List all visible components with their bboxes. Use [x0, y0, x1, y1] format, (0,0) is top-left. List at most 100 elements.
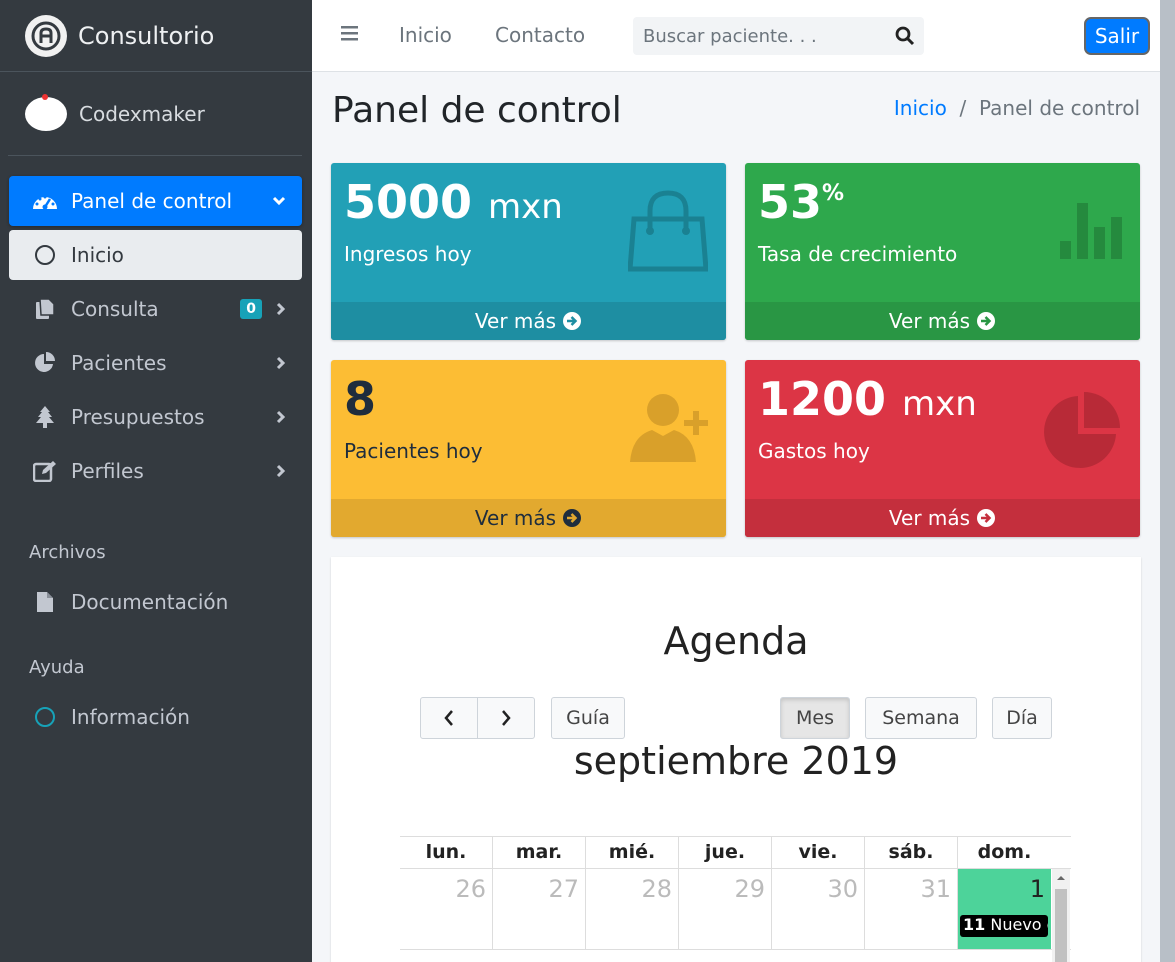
user-panel[interactable]: Codexmaker — [8, 72, 302, 156]
brand-title: Consultorio — [78, 21, 215, 50]
edit-icon — [31, 459, 59, 483]
sidebar-item-label: Presupuestos — [71, 405, 205, 429]
stat-box-crecimiento: 53% Tasa de crecimiento Ver más — [745, 163, 1140, 340]
stat-label: Ingresos hoy — [344, 242, 472, 266]
ver-mas-link[interactable]: Ver más — [331, 499, 726, 537]
scrollbar-thumb[interactable] — [1055, 889, 1067, 962]
weekday-label: dom. — [977, 841, 1032, 863]
chevron-right-icon — [276, 356, 286, 370]
page-title: Panel de control — [332, 90, 622, 131]
stat-label: Pacientes hoy — [344, 439, 483, 463]
sidebar-item-informacion[interactable]: Información — [9, 692, 302, 742]
chevron-right-icon — [276, 302, 286, 316]
current-month-label: septiembre 2019 — [573, 739, 899, 783]
calendar-week: 26 27 28 29 30 31 1 11 Nuevo c — [400, 868, 1071, 950]
brand-logo-icon — [25, 14, 67, 57]
stat-value: 1200 mxn — [758, 372, 977, 426]
tachometer-icon — [31, 189, 59, 213]
sidebar-item-pacientes[interactable]: Pacientes — [9, 338, 302, 388]
view-day-button[interactable]: Día — [992, 697, 1052, 739]
weekday-label: mié. — [586, 837, 679, 868]
tree-icon — [31, 405, 59, 429]
chevron-left-icon — [444, 710, 453, 726]
calendar-day[interactable]: 29 — [679, 869, 772, 949]
logout-button[interactable]: Salir — [1084, 17, 1150, 55]
calendar-grid: lun. mar. mié. jue. vie. sáb. dom. 26 27… — [400, 836, 1071, 950]
chevron-right-icon — [276, 410, 286, 424]
sidebar-item-label: Panel de control — [71, 189, 232, 213]
sidebar-item-label: Inicio — [71, 243, 124, 267]
sidebar-item-presupuestos[interactable]: Presupuestos — [9, 392, 302, 442]
arrow-circle-right-icon — [563, 509, 582, 527]
calendar-day[interactable]: 27 — [493, 869, 586, 949]
shopping-bag-icon — [627, 189, 709, 277]
sidebar-nav: Panel de control Inicio Consulta 0 Pacie… — [9, 176, 302, 496]
scroll-up-icon — [1057, 876, 1065, 880]
hamburger-menu-icon[interactable] — [340, 24, 360, 46]
sidebar-item-panel-de-control[interactable]: Panel de control — [9, 176, 302, 226]
stat-value: 8 — [344, 372, 377, 426]
nav-link-inicio[interactable]: Inicio — [399, 23, 452, 47]
avatar — [25, 93, 67, 131]
calendar-day[interactable]: 30 — [772, 869, 865, 949]
arrow-circle-right-icon — [977, 509, 996, 527]
sidebar-item-label: Información — [71, 705, 190, 729]
calendar-day[interactable]: 31 — [865, 869, 958, 949]
sidebar-item-documentacion[interactable]: Documentación — [9, 577, 302, 627]
search-input[interactable] — [633, 25, 878, 47]
search-box — [633, 17, 924, 55]
ver-mas-link[interactable]: Ver más — [331, 302, 726, 340]
pie-chart-icon — [1042, 390, 1122, 474]
top-navbar: Inicio Contacto Salir — [312, 0, 1160, 72]
weekday-label: lun. — [400, 837, 493, 868]
nav-link-contacto[interactable]: Contacto — [495, 23, 585, 47]
ver-mas-link[interactable]: Ver más — [745, 499, 1140, 537]
weekday-header: lun. mar. mié. jue. vie. sáb. dom. — [400, 836, 1071, 868]
breadcrumb-separator: / — [959, 96, 967, 120]
sidebar-item-inicio[interactable]: Inicio — [9, 230, 302, 280]
stat-value: 5000 mxn — [344, 175, 563, 229]
circle-icon — [31, 243, 59, 267]
main-content: Inicio Contacto Salir Panel de control I… — [312, 0, 1160, 962]
calendar-day[interactable]: 28 — [586, 869, 679, 949]
view-week-button[interactable]: Semana — [865, 697, 977, 739]
weekday-label: sáb. — [865, 837, 958, 868]
stat-value: 53% — [758, 175, 845, 229]
calendar-day-today[interactable]: 1 11 Nuevo c — [958, 869, 1051, 949]
search-icon[interactable] — [894, 25, 916, 51]
chevron-down-icon — [272, 196, 286, 206]
sidebar-item-perfiles[interactable]: Perfiles — [9, 446, 302, 496]
circle-outline-icon — [31, 705, 59, 729]
chevron-right-icon — [502, 710, 511, 726]
arrow-circle-right-icon — [563, 312, 582, 330]
file-icon — [31, 590, 59, 614]
copy-icon — [31, 297, 59, 321]
weekday-label: vie. — [772, 837, 865, 868]
stat-box-ingresos: 5000 mxn Ingresos hoy Ver más — [331, 163, 726, 340]
breadcrumb-home-link[interactable]: Inicio — [894, 96, 947, 120]
chevron-right-icon — [276, 464, 286, 478]
next-month-button[interactable] — [477, 697, 535, 739]
weekday-label: jue. — [679, 837, 772, 868]
guide-button[interactable]: Guía — [551, 697, 625, 739]
breadcrumb: Inicio / Panel de control — [894, 96, 1140, 120]
stat-label: Gastos hoy — [758, 439, 870, 463]
view-month-button[interactable]: Mes — [780, 697, 850, 739]
ver-mas-link[interactable]: Ver más — [745, 302, 1140, 340]
calendar-scrollbar[interactable] — [1052, 869, 1070, 962]
brand[interactable]: Consultorio — [0, 0, 312, 72]
sidebar-item-label: Documentación — [71, 590, 229, 614]
stat-box-gastos: 1200 mxn Gastos hoy Ver más — [745, 360, 1140, 537]
agenda-title: Agenda — [663, 619, 809, 663]
sidebar-item-label: Consulta — [71, 297, 159, 321]
nav-header-archivos: Archivos — [29, 542, 106, 563]
calendar-event[interactable]: 11 Nuevo c — [960, 915, 1048, 937]
sidebar-item-consulta[interactable]: Consulta 0 — [9, 284, 302, 334]
bar-chart-icon — [1060, 203, 1122, 263]
prev-month-button[interactable] — [420, 697, 478, 739]
count-badge: 0 — [240, 299, 262, 319]
sidebar-item-label: Perfiles — [71, 459, 144, 483]
stat-label: Tasa de crecimiento — [758, 242, 958, 266]
calendar-day[interactable]: 26 — [400, 869, 493, 949]
agenda-card: Agenda Guía Mes Semana Día septiembre 20… — [331, 557, 1141, 962]
